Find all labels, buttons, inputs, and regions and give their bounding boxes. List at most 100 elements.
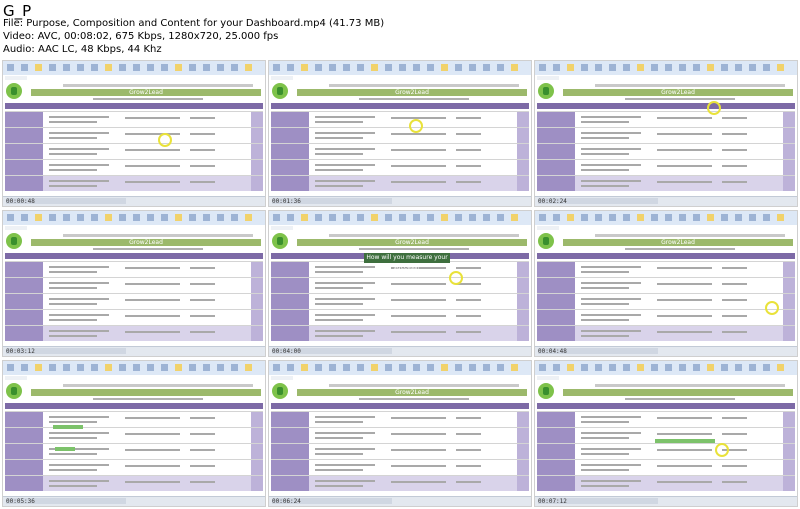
table-row bbox=[271, 127, 529, 143]
cell-text bbox=[391, 165, 446, 167]
spreadsheet: Grow2Lead bbox=[3, 231, 265, 349]
row-status-cell bbox=[517, 326, 529, 341]
sheet-subheading-text bbox=[625, 398, 735, 400]
cell-text bbox=[456, 165, 481, 167]
cell-text bbox=[190, 465, 215, 467]
ribbon-icon bbox=[679, 64, 686, 71]
video-thumbnail[interactable]: Grow2Lead How will you measure your succe… bbox=[268, 210, 532, 357]
cell-text bbox=[722, 117, 747, 119]
ribbon-icon bbox=[133, 64, 140, 71]
video-thumbnail[interactable]: Grow2Lead 00:02:24 bbox=[534, 60, 798, 207]
table-header-row bbox=[5, 253, 263, 259]
sheet-banner: Grow2Lead bbox=[563, 239, 793, 246]
ribbon-icon bbox=[679, 214, 686, 221]
cell-text bbox=[315, 180, 375, 182]
ribbon-icon bbox=[539, 364, 546, 371]
cell-text bbox=[49, 335, 97, 337]
cell-text bbox=[125, 149, 180, 151]
cell-text bbox=[125, 133, 180, 135]
row-category-cell bbox=[5, 262, 43, 277]
ribbon-icon bbox=[427, 364, 434, 371]
timestamp-label: 00:05:36 bbox=[6, 498, 35, 505]
cell-text bbox=[456, 117, 481, 119]
video-thumbnail[interactable]: Grow2Lead 00:00:48 bbox=[2, 60, 266, 207]
timestamp-label: 00:00:48 bbox=[6, 198, 35, 205]
grow2lead-logo-icon bbox=[272, 83, 288, 99]
cell-text bbox=[581, 303, 629, 305]
header-file-info: File: Purpose, Composition and Content f… bbox=[3, 18, 385, 29]
cell-text bbox=[315, 437, 363, 439]
sheet-heading-text bbox=[595, 84, 785, 87]
table-row bbox=[271, 325, 529, 341]
ribbon-icon bbox=[637, 364, 644, 371]
name-box bbox=[537, 376, 559, 380]
ribbon-icon bbox=[609, 64, 616, 71]
ribbon-icon bbox=[581, 364, 588, 371]
spreadsheet bbox=[3, 381, 265, 499]
video-thumbnail[interactable]: 00:05:36 bbox=[2, 360, 266, 507]
table-row bbox=[537, 475, 795, 491]
ribbon-icon bbox=[637, 214, 644, 221]
ribbon-icon bbox=[175, 214, 182, 221]
cell-text bbox=[190, 315, 215, 317]
ribbon-icon bbox=[483, 364, 490, 371]
ribbon-icon bbox=[49, 214, 56, 221]
timestamp-label: 00:03:12 bbox=[6, 348, 35, 355]
cell-text bbox=[49, 480, 109, 482]
ribbon-icon bbox=[455, 214, 462, 221]
row-status-cell bbox=[517, 262, 529, 277]
ribbon-icon bbox=[567, 64, 574, 71]
cell-text bbox=[315, 137, 363, 139]
cell-text bbox=[581, 416, 641, 418]
ribbon-icon bbox=[357, 64, 364, 71]
highlighted-cell bbox=[53, 425, 83, 429]
row-status-cell bbox=[251, 444, 263, 459]
cell-text bbox=[190, 449, 215, 451]
video-thumbnail[interactable]: Grow2Lead 00:04:48 bbox=[534, 210, 798, 357]
cursor-highlight-ring bbox=[409, 119, 423, 133]
ribbon-icon bbox=[665, 64, 672, 71]
row-status-cell bbox=[251, 144, 263, 159]
spreadsheet: Grow2Lead How will you measure your succe… bbox=[269, 231, 531, 349]
cell-text bbox=[391, 449, 446, 451]
name-box bbox=[537, 226, 559, 230]
ribbon-icon bbox=[623, 64, 630, 71]
sheet-heading-text bbox=[329, 384, 519, 387]
ribbon-icon bbox=[35, 214, 42, 221]
sheet-subheading-text bbox=[93, 98, 203, 100]
ribbon-icon bbox=[399, 214, 406, 221]
video-thumbnail[interactable]: Grow2Lead 00:01:36 bbox=[268, 60, 532, 207]
video-thumbnail[interactable]: 00:07:12 bbox=[534, 360, 798, 507]
name-box bbox=[5, 76, 27, 80]
cell-text bbox=[125, 331, 180, 333]
cursor-highlight-ring bbox=[449, 271, 463, 285]
video-thumbnail[interactable]: Grow2Lead 00:03:12 bbox=[2, 210, 266, 357]
table-row bbox=[5, 411, 263, 427]
row-category-cell bbox=[537, 294, 575, 309]
table-row bbox=[271, 159, 529, 175]
status-bar: 00:02:24 bbox=[535, 196, 797, 206]
cell-text bbox=[125, 283, 180, 285]
cell-text bbox=[315, 448, 375, 450]
ribbon-icon bbox=[301, 214, 308, 221]
cell-text bbox=[391, 181, 446, 183]
row-category-cell bbox=[271, 412, 309, 427]
row-category-cell bbox=[271, 444, 309, 459]
table-row bbox=[537, 309, 795, 325]
ribbon-icon bbox=[245, 214, 252, 221]
ribbon-icon bbox=[231, 214, 238, 221]
cell-text bbox=[657, 449, 712, 451]
cell-text bbox=[315, 464, 375, 466]
ribbon-icon bbox=[777, 64, 784, 71]
cell-text bbox=[49, 453, 97, 455]
cell-text bbox=[315, 330, 375, 332]
ribbon-icon bbox=[329, 364, 336, 371]
cell-text bbox=[391, 465, 446, 467]
ribbon-icon bbox=[497, 364, 504, 371]
row-category-cell bbox=[537, 176, 575, 191]
row-category-cell bbox=[271, 428, 309, 443]
ribbon-icon bbox=[511, 64, 518, 71]
table-row bbox=[271, 443, 529, 459]
ribbon-icon bbox=[301, 364, 308, 371]
video-thumbnail[interactable]: Grow2Lead 00:06:24 bbox=[268, 360, 532, 507]
